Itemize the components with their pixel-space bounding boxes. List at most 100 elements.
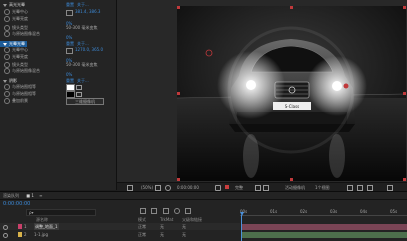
col-name: 源名称	[36, 217, 48, 222]
crosshair-icon[interactable]	[66, 10, 73, 16]
col-trkmat: TrkMat	[160, 217, 174, 222]
layer-column-headers: 源名称 模式 TrkMat 父级和链接	[0, 216, 240, 223]
layer-name[interactable]: 调整_地面_1	[34, 223, 59, 230]
blend-value[interactable]: 0%	[66, 35, 72, 40]
layer-parent-dropdown[interactable]: 无	[182, 231, 186, 238]
render-queue-tab[interactable]: 渲染队列	[3, 193, 19, 198]
stopwatch-icon[interactable]	[4, 47, 10, 53]
motion-blur-icon[interactable]	[173, 208, 180, 214]
stopwatch-icon[interactable]	[4, 9, 10, 15]
property-label: 叠加前景	[12, 98, 28, 103]
property-row[interactable]: 光晕中心 381.4, 386.3	[0, 9, 100, 16]
stopwatch-icon[interactable]	[4, 84, 10, 90]
composition-canvas[interactable]: S-Class	[177, 6, 406, 181]
about-link[interactable]: 关于...	[77, 78, 89, 84]
property-label: 与原始图像混合	[12, 68, 40, 73]
stopwatch-icon[interactable]	[4, 68, 10, 74]
about-link[interactable]: 关于...	[77, 2, 89, 8]
color-swatch-black[interactable]	[66, 91, 75, 98]
property-row[interactable]: 叠加前景 三维摄像机	[0, 98, 104, 105]
layer-search-input[interactable]: ρ▾	[26, 209, 96, 216]
transform-handle[interactable]	[403, 178, 406, 181]
property-row[interactable]: 与原始图相等	[0, 84, 82, 91]
ruler-tick: 01s	[270, 209, 278, 214]
stopwatch-icon[interactable]	[4, 16, 10, 22]
stopwatch-icon[interactable]	[4, 91, 10, 97]
transform-handle[interactable]	[290, 6, 293, 9]
property-row[interactable]: 光晕亮度	[0, 16, 28, 22]
shy-icon[interactable]	[151, 208, 158, 214]
search-placeholder: ρ▾	[29, 210, 34, 215]
composition-viewer: S-Class	[117, 0, 407, 190]
label-color-swatch[interactable]	[18, 232, 22, 237]
layer-name[interactable]: 1-1.jpg	[34, 231, 48, 238]
crosshair-icon[interactable]	[66, 48, 73, 54]
layer-mode-dropdown[interactable]: 正常	[138, 223, 146, 230]
chevron-down-icon[interactable]	[3, 79, 7, 83]
ruler-tick: 03s	[330, 209, 338, 214]
time-ruler[interactable]: 00s 01s 02s 03s 04s 05s	[240, 208, 407, 216]
layer-bar[interactable]	[242, 232, 407, 238]
timeline-switch-icons	[140, 208, 195, 214]
property-label: 与原始图相等	[12, 84, 36, 89]
timeline-timecode[interactable]: 0:00:00:00	[3, 201, 30, 207]
eyedropper-icon[interactable]	[76, 92, 82, 97]
camera-button[interactable]: 三维摄像机	[66, 98, 104, 105]
ruler-tick: 02s	[300, 209, 308, 214]
property-row[interactable]: 与原始图相等	[0, 91, 82, 98]
effect-group-name: 高光光晕	[9, 2, 25, 7]
menu-icon[interactable]: ≡	[39, 193, 42, 198]
transform-handle[interactable]	[290, 178, 293, 181]
property-row[interactable]: 与原始图像混合	[0, 68, 40, 74]
effect-group-name: 阴影	[9, 78, 17, 83]
chevron-down-icon[interactable]	[3, 42, 7, 46]
graph-editor-icon[interactable]	[185, 208, 192, 214]
property-label: 镜头类型	[12, 25, 28, 30]
property-row[interactable]: 与原始图像混合	[0, 31, 40, 37]
transform-handle[interactable]	[403, 6, 406, 9]
stopwatch-icon[interactable]	[4, 54, 10, 60]
transform-handle[interactable]	[177, 92, 180, 95]
comp-tab[interactable]: ■ 1	[26, 193, 34, 198]
property-label: 光晕亮度	[12, 16, 28, 21]
center-value[interactable]: 381.4, 386.3	[75, 9, 100, 15]
center-value[interactable]: 1270.0, 365.0	[75, 47, 103, 53]
property-row[interactable]: 光晕亮度	[0, 54, 28, 60]
transform-handle[interactable]	[403, 92, 406, 95]
color-swatch-white[interactable]	[66, 84, 75, 91]
stopwatch-icon[interactable]	[4, 98, 10, 104]
reset-link[interactable]: 重置	[66, 2, 74, 8]
layer-row[interactable]: 1 调整_地面_1 正常 无 无	[0, 223, 240, 230]
reset-link[interactable]: 重置	[66, 41, 74, 47]
eyedropper-icon[interactable]	[76, 85, 82, 90]
color-channel-icon[interactable]	[225, 185, 229, 189]
property-row[interactable]: 光晕中心 1270.0, 365.0	[0, 47, 103, 54]
draft-3d-icon[interactable]	[140, 208, 146, 214]
blend-value[interactable]: 0%	[66, 72, 72, 77]
effect-group-header[interactable]: 高光光晕 重置 关于...	[0, 2, 89, 8]
label-color-swatch[interactable]	[18, 224, 22, 229]
stopwatch-icon[interactable]	[4, 31, 10, 37]
layer-trkmat-dropdown[interactable]: 无	[160, 231, 164, 238]
layer-row[interactable]: 2 1-1.jpg 正常 无 无	[0, 231, 240, 238]
comp-tab-label: 1	[31, 193, 34, 198]
col-mode: 模式	[138, 217, 146, 222]
lens-dropdown[interactable]: 50-300 毫米变焦	[66, 62, 97, 68]
transform-handle[interactable]	[177, 178, 180, 181]
layer-number: 2	[24, 232, 27, 237]
layer-trkmat-dropdown[interactable]: 无	[160, 223, 164, 230]
property-label: 光晕中心	[12, 47, 28, 52]
visibility-icon[interactable]	[3, 233, 8, 238]
chevron-down-icon[interactable]	[3, 3, 7, 7]
property-label: 与原始图相等	[12, 91, 36, 96]
layer-parent-dropdown[interactable]: 无	[182, 223, 186, 230]
property-label: 光晕中心	[12, 9, 28, 14]
lens-dropdown[interactable]: 50-300 毫米变焦	[66, 25, 97, 31]
layer-bar[interactable]	[242, 224, 407, 230]
transform-handle[interactable]	[177, 6, 180, 9]
frame-blend-icon[interactable]	[162, 208, 169, 214]
layer-mode-dropdown[interactable]: 正常	[138, 231, 146, 238]
visibility-icon[interactable]	[3, 225, 8, 230]
timeline-controls: 0:00:00:00	[0, 200, 407, 207]
ruler-tick: 05s	[390, 209, 398, 214]
